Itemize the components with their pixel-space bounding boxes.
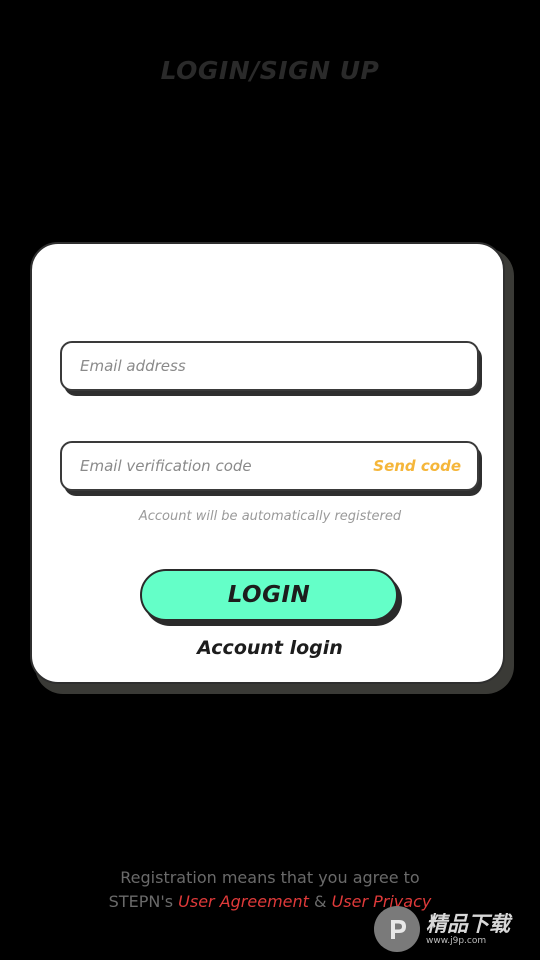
watermark-name: 精品下载: [426, 911, 510, 936]
login-button[interactable]: LOGIN: [140, 569, 398, 621]
user-agreement-link[interactable]: User Agreement: [178, 892, 309, 911]
auto-register-hint: Account will be automatically registered: [138, 509, 402, 524]
account-login-link[interactable]: Account login: [30, 637, 510, 659]
page-title: LOGIN/SIGN UP: [160, 56, 380, 85]
terms-line-1: Registration means that you agree to: [120, 868, 420, 887]
send-code-button[interactable]: Send code: [373, 443, 461, 489]
terms-and: &: [314, 892, 327, 911]
email-field[interactable]: [60, 341, 479, 391]
verification-code-field[interactable]: Send code: [60, 441, 479, 491]
watermark-logo-icon: [374, 906, 420, 952]
watermark-url: www.j9p.com: [426, 935, 487, 946]
watermark: 精品下载 www.j9p.com: [374, 902, 538, 956]
terms-prefix: STEPN's: [108, 892, 174, 911]
verification-code-input[interactable]: [80, 443, 370, 489]
email-input[interactable]: [80, 343, 370, 389]
